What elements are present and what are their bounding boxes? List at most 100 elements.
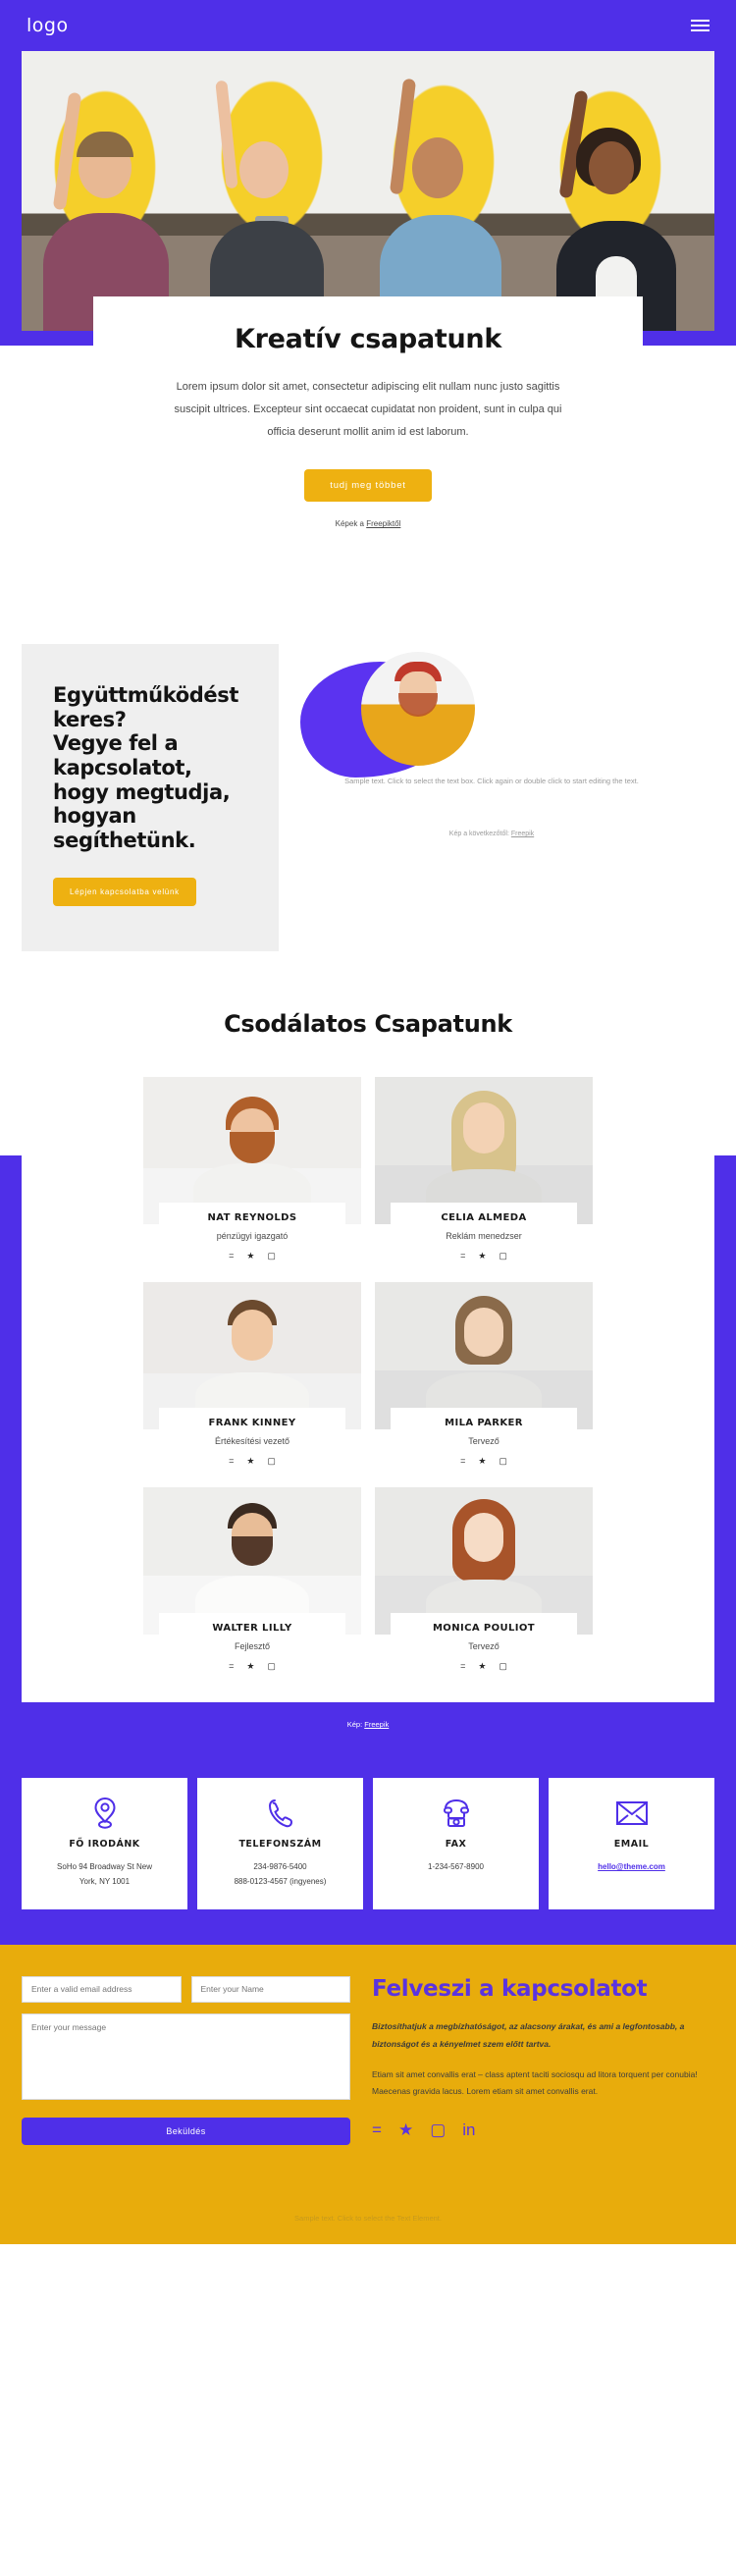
member-card: NAT REYNOLDS pénzügyi igazgató = ★ ▢ <box>159 1203 345 1271</box>
contact-heading: Felveszi a kapcsolatot <box>372 1975 648 2002</box>
contact-text-column: Felveszi a kapcsolatot Biztosíthatjuk a … <box>372 1976 714 2145</box>
submit-button[interactable]: Beküldés <box>22 2117 350 2145</box>
member-role: Értékesítési vezető <box>214 1436 290 1447</box>
team-title: Csodálatos Csapatunk <box>224 1010 512 1039</box>
member-social-links: = ★ ▢ <box>394 1457 573 1466</box>
member-card: MONICA POULIOT Tervező = ★ ▢ <box>391 1613 577 1682</box>
contact-info-row: FŐ IRODÁNK SoHo 94 Broadway St New York,… <box>0 1778 736 1944</box>
twitter-icon[interactable]: ★ <box>478 1457 486 1466</box>
team-grid: NAT REYNOLDS pénzügyi igazgató = ★ ▢ CEL… <box>31 1077 705 1682</box>
team-member: CELIA ALMEDA Reklám menedzser = ★ ▢ <box>375 1077 593 1271</box>
message-field[interactable] <box>22 2012 350 2100</box>
page-title: Kreatív csapatunk <box>235 324 501 354</box>
contact-value-line1: 1-234-567-8900 <box>428 1862 484 1872</box>
contact-value-line1: SoHo 94 Broadway St New <box>57 1862 152 1872</box>
site-logo[interactable]: logo <box>26 15 69 36</box>
twitter-icon[interactable]: ★ <box>478 1252 486 1261</box>
form-top-row <box>22 1975 350 2003</box>
envelope-icon <box>556 1796 707 1831</box>
member-role: Reklám menedzser <box>446 1231 522 1242</box>
hamburger-icon[interactable] <box>691 20 710 31</box>
contact-us-button[interactable]: Lépjen kapcsolatba velünk <box>53 878 196 907</box>
collab-heading: Együttműködést keres? Vegye fel a kapcso… <box>53 683 238 852</box>
instagram-icon[interactable]: ▢ <box>499 1252 507 1261</box>
hero-photo <box>22 51 714 331</box>
collab-image-credit: Kép a következőtől: Freepik <box>279 831 705 837</box>
team-credit-link[interactable]: Freepik <box>364 1720 389 1729</box>
facebook-icon[interactable]: = <box>460 1252 465 1261</box>
hero-credit-prefix: Képek a <box>335 519 367 529</box>
twitter-icon[interactable]: ★ <box>398 2121 413 2138</box>
hero-paragraph: Lorem ipsum dolor sit amet, consectetur … <box>174 381 562 439</box>
member-social-links: = ★ ▢ <box>394 1662 573 1671</box>
facebook-icon[interactable]: = <box>372 2121 382 2138</box>
contact-value-line2: York, NY 1001 <box>79 1877 131 1887</box>
contact-body-text: Etiam sit amet convallis erat – class ap… <box>372 2069 698 2097</box>
hero-section: Kreatív csapatunk Lorem ipsum dolor sit … <box>0 51 736 568</box>
contact-card-office: FŐ IRODÁNK SoHo 94 Broadway St New York,… <box>22 1778 187 1909</box>
member-card: FRANK KINNEY Értékesítési vezető = ★ ▢ <box>159 1408 345 1476</box>
team-image-credit: Kép: Freepik <box>0 1720 736 1729</box>
hero-credit-link[interactable]: Freepiktől <box>366 519 400 528</box>
footer-note: Sample text. Click to select the Text El… <box>0 2144 736 2244</box>
member-social-links: = ★ ▢ <box>163 1457 342 1466</box>
instagram-icon[interactable]: ▢ <box>499 1662 507 1671</box>
contact-info-section: FŐ IRODÁNK SoHo 94 Broadway St New York,… <box>0 1739 736 1945</box>
facebook-icon[interactable]: = <box>460 1457 465 1466</box>
twitter-icon[interactable]: ★ <box>246 1662 254 1671</box>
hero-card: Kreatív csapatunk Lorem ipsum dolor sit … <box>93 296 643 568</box>
member-name: NAT REYNOLDS <box>207 1212 297 1224</box>
contact-label: EMAIL <box>613 1839 650 1851</box>
facebook-icon[interactable]: = <box>229 1252 234 1261</box>
contact-label: TELEFONSZÁM <box>238 1839 322 1851</box>
name-field[interactable] <box>190 1975 350 2003</box>
instagram-icon[interactable]: ▢ <box>499 1457 507 1466</box>
contact-label: FŐ IRODÁNK <box>69 1839 140 1851</box>
collab-credit-link[interactable]: Freepik <box>511 831 534 837</box>
site-header: logo <box>0 0 736 51</box>
instagram-icon[interactable]: ▢ <box>267 1252 276 1261</box>
collab-right-panel: Sample text. Click to select the text bo… <box>279 644 714 951</box>
collab-portrait <box>361 652 475 767</box>
instagram-icon[interactable]: ▢ <box>267 1662 276 1671</box>
team-member: MILA PARKER Tervező = ★ ▢ <box>375 1282 593 1476</box>
member-social-links: = ★ ▢ <box>163 1662 342 1671</box>
landing-page: logo Kreatív csapatunk Lorem ipsum dolor… <box>0 0 736 2244</box>
twitter-icon[interactable]: ★ <box>246 1457 254 1466</box>
member-role: Tervező <box>468 1436 499 1447</box>
contact-value-line1: 234-9876-5400 <box>253 1862 307 1872</box>
team-section: Csodálatos Csapatunk NAT REYNOLDS pénzüg… <box>0 1010 736 1797</box>
team-member: FRANK KINNEY Értékesítési vezető = ★ ▢ <box>143 1282 361 1476</box>
collab-left-panel: Együttműködést keres? Vegye fel a kapcso… <box>22 644 279 952</box>
location-pin-icon <box>29 1796 180 1831</box>
facebook-icon[interactable]: = <box>229 1457 234 1466</box>
member-name: CELIA ALMEDA <box>441 1212 527 1224</box>
email-field[interactable] <box>22 1975 182 2003</box>
twitter-icon[interactable]: ★ <box>246 1252 254 1261</box>
twitter-icon[interactable]: ★ <box>478 1662 486 1671</box>
contact-value-line1: hello@theme.com <box>556 1859 707 1874</box>
collab-credit-prefix: Kép a következőtől: <box>448 831 511 838</box>
contact-value-line2: 888-0123-4567 (ingyenes) <box>234 1877 327 1887</box>
member-role: Fejlesztő <box>234 1641 270 1652</box>
learn-more-button[interactable]: tudj meg többet <box>304 469 432 503</box>
facebook-icon[interactable]: = <box>460 1662 465 1671</box>
team-member: MONICA POULIOT Tervező = ★ ▢ <box>375 1487 593 1682</box>
member-name: MILA PARKER <box>445 1418 523 1429</box>
contact-card-phone: TELEFONSZÁM 234-9876-5400 888-0123-4567 … <box>197 1778 363 1909</box>
instagram-icon[interactable]: ▢ <box>267 1457 276 1466</box>
facebook-icon[interactable]: = <box>229 1662 234 1671</box>
member-role: pénzügyi igazgató <box>216 1231 289 1242</box>
team-card-container: NAT REYNOLDS pénzügyi igazgató = ★ ▢ CEL… <box>22 1067 714 1703</box>
member-name: WALTER LILLY <box>212 1623 292 1635</box>
contact-lead-text: Biztosíthatjuk a megbízhatóságot, az ala… <box>372 2020 685 2049</box>
team-member: NAT REYNOLDS pénzügyi igazgató = ★ ▢ <box>143 1077 361 1271</box>
linkedin-icon[interactable]: in <box>462 2121 475 2138</box>
member-social-links: = ★ ▢ <box>163 1252 342 1261</box>
member-card: CELIA ALMEDA Reklám menedzser = ★ ▢ <box>391 1203 577 1271</box>
member-card: MILA PARKER Tervező = ★ ▢ <box>391 1408 577 1476</box>
team-member: WALTER LILLY Fejlesztő = ★ ▢ <box>143 1487 361 1682</box>
instagram-icon[interactable]: ▢ <box>430 2121 446 2138</box>
email-link[interactable]: hello@theme.com <box>598 1862 665 1871</box>
member-role: Tervező <box>468 1641 499 1652</box>
